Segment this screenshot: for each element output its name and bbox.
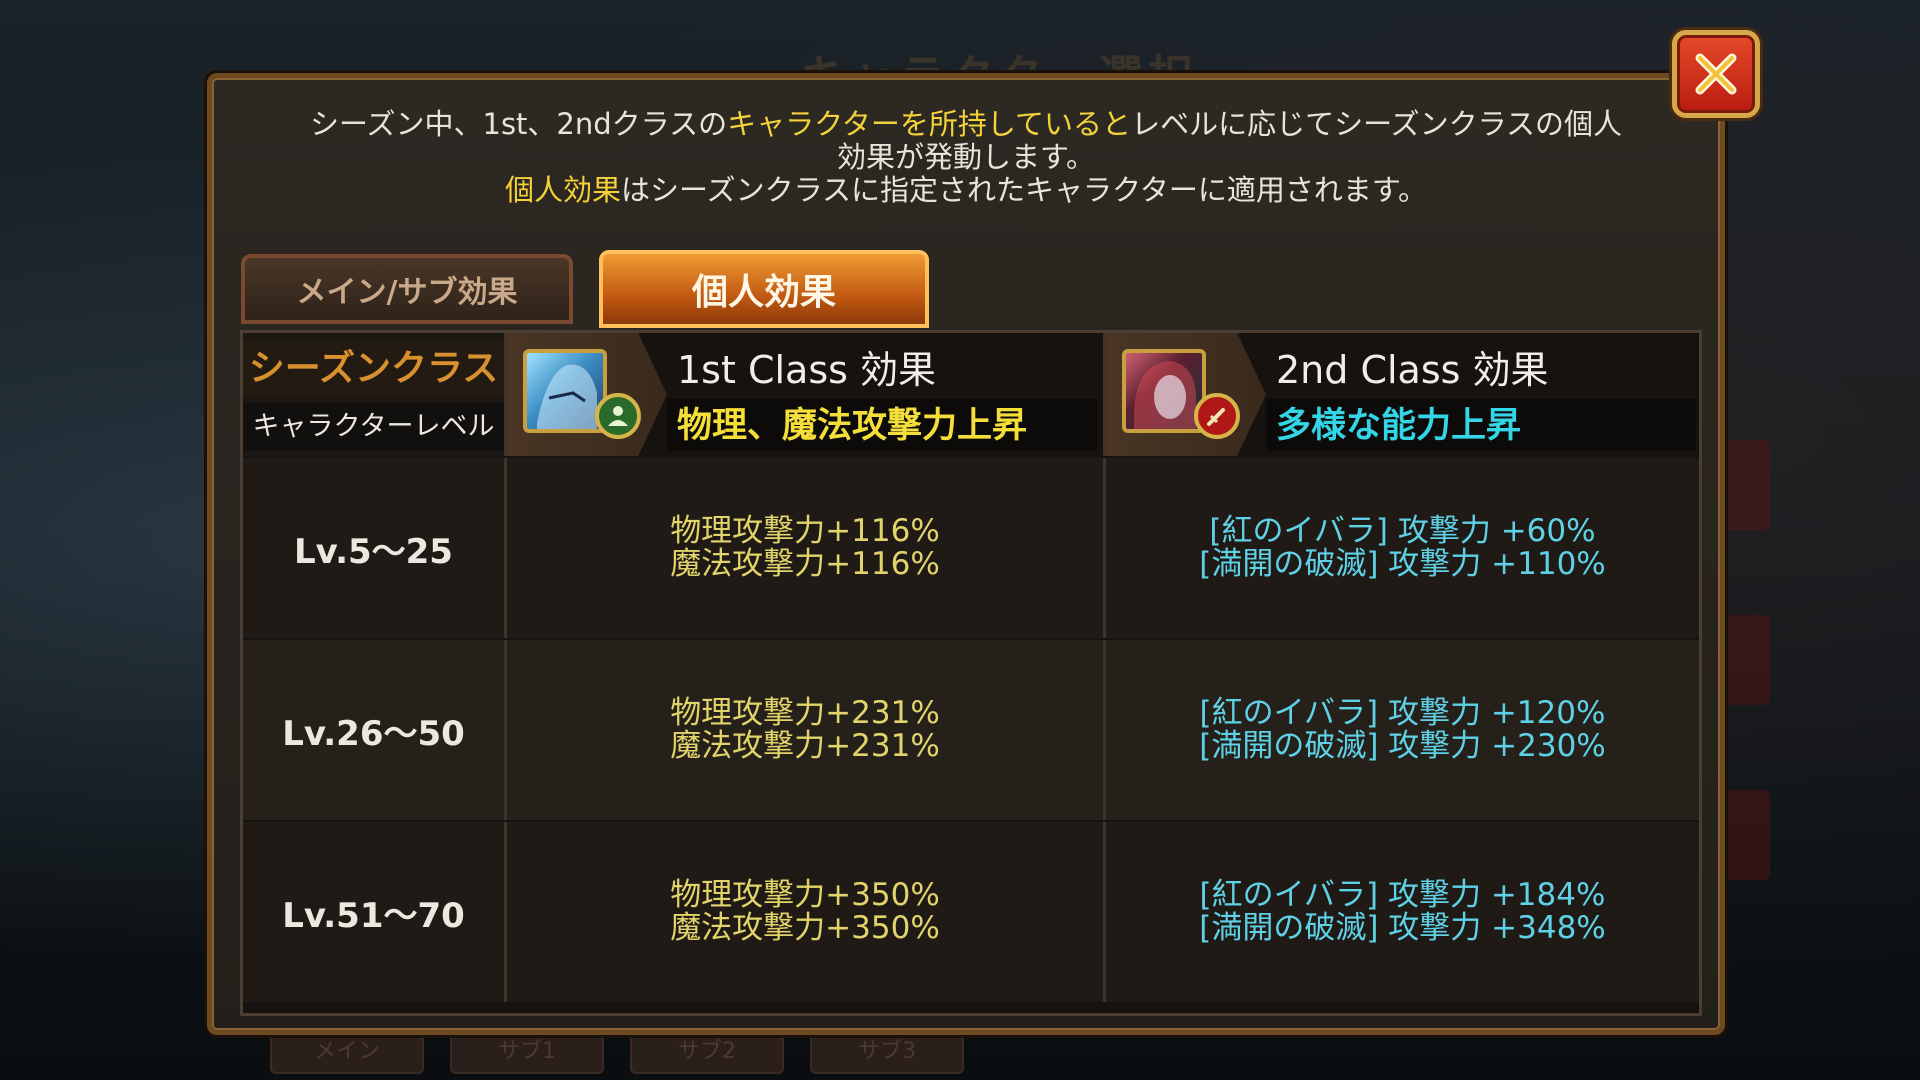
class1-header: 1st Class 効果 物理、魔法攻撃力上昇 xyxy=(507,333,1106,456)
class1-effect: 物理、魔法攻撃力上昇 xyxy=(677,406,1028,446)
tab-personal-effect[interactable]: 個人効果 xyxy=(599,250,929,328)
physical-attack-bonus: 物理攻撃力+116% xyxy=(670,513,940,549)
intro-highlight: キャラクターを所持していると xyxy=(727,107,1132,141)
skill-bonus: [紅のイバラ] 攻撃力 +184% xyxy=(1199,877,1606,913)
table-row: Lv.26～50 物理攻撃力+231% 魔法攻撃力+231% [紅のイバラ] 攻… xyxy=(243,640,1699,820)
level-range: Lv.5～25 xyxy=(243,458,507,638)
sword-class-icon xyxy=(1194,393,1240,439)
level-range: Lv.26～50 xyxy=(243,640,507,820)
intro-text: シーズン中、1st、2ndクラスの xyxy=(309,107,728,141)
skill-bonus: [満開の破滅] 攻撃力 +110% xyxy=(1199,546,1606,582)
class2-bonus: [紅のイバラ] 攻撃力 +60% [満開の破滅] 攻撃力 +110% xyxy=(1106,458,1699,638)
intro-text: 効果が発動します。 xyxy=(836,140,1096,174)
background-tab-main: メイン xyxy=(270,1030,424,1074)
class2-header: 2nd Class 効果 多様な能力上昇 xyxy=(1106,333,1702,456)
level-range: Lv.51～70 xyxy=(243,822,507,1002)
background-tab-sub1: サブ1 xyxy=(450,1030,604,1074)
class1-name: 1st Class 効果 xyxy=(677,348,937,392)
intro-text: レベルに応じてシーズンクラスの個人 xyxy=(1131,107,1623,141)
background-tab-sub3: サブ3 xyxy=(810,1030,964,1074)
intro-text: はシーズンクラスに指定されたキャラクターに適用されます。 xyxy=(621,173,1427,207)
background-tab-sub2: サブ2 xyxy=(630,1030,784,1074)
personal-effect-dialog: シーズン中、1st、2ndクラスのキャラクターを所持しているとレベルに応じてシー… xyxy=(207,73,1725,1035)
season-class-label: シーズンクラス xyxy=(243,341,504,397)
skill-bonus: [満開の破滅] 攻撃力 +230% xyxy=(1199,728,1606,764)
magic-attack-bonus: 魔法攻撃力+231% xyxy=(670,728,940,764)
intro-description: シーズン中、1st、2ndクラスのキャラクターを所持しているとレベルに応じてシー… xyxy=(212,108,1720,207)
close-button[interactable] xyxy=(1672,30,1760,118)
class1-bonus: 物理攻撃力+116% 魔法攻撃力+116% xyxy=(507,458,1106,638)
support-class-icon xyxy=(595,393,641,439)
magic-attack-bonus: 魔法攻撃力+116% xyxy=(670,546,940,582)
character-level-label: キャラクターレベル xyxy=(243,403,504,451)
magic-attack-bonus: 魔法攻撃力+350% xyxy=(670,910,940,946)
table-row: Lv.5～25 物理攻撃力+116% 魔法攻撃力+116% [紅のイバラ] 攻撃… xyxy=(243,458,1699,638)
physical-attack-bonus: 物理攻撃力+350% xyxy=(670,877,940,913)
class2-effect: 多様な能力上昇 xyxy=(1276,406,1522,446)
class2-bonus: [紅のイバラ] 攻撃力 +120% [満開の破滅] 攻撃力 +230% xyxy=(1106,640,1699,820)
tab-main-sub-effect[interactable]: メイン/サブ効果 xyxy=(241,254,573,324)
table-row: Lv.51～70 物理攻撃力+350% 魔法攻撃力+350% [紅のイバラ] 攻… xyxy=(243,822,1699,1002)
class2-name: 2nd Class 効果 xyxy=(1276,348,1549,392)
skill-bonus: [満開の破滅] 攻撃力 +348% xyxy=(1199,910,1606,946)
skill-bonus: [紅のイバラ] 攻撃力 +120% xyxy=(1199,695,1606,731)
skill-bonus: [紅のイバラ] 攻撃力 +60% xyxy=(1209,513,1596,549)
class1-bonus: 物理攻撃力+350% 魔法攻撃力+350% xyxy=(507,822,1106,1002)
effect-table: シーズンクラス キャラクターレベル 1st Class 効果 物理、魔法攻撃力上… xyxy=(240,330,1702,1016)
class2-character-portrait xyxy=(1122,349,1206,433)
class2-bonus: [紅のイバラ] 攻撃力 +184% [満開の破滅] 攻撃力 +348% xyxy=(1106,822,1699,1002)
close-x-icon xyxy=(1695,53,1737,95)
table-header-left: シーズンクラス キャラクターレベル xyxy=(243,333,507,456)
class1-character-portrait xyxy=(523,349,607,433)
class1-bonus: 物理攻撃力+231% 魔法攻撃力+231% xyxy=(507,640,1106,820)
physical-attack-bonus: 物理攻撃力+231% xyxy=(670,695,940,731)
intro-highlight: 個人効果 xyxy=(505,173,622,207)
